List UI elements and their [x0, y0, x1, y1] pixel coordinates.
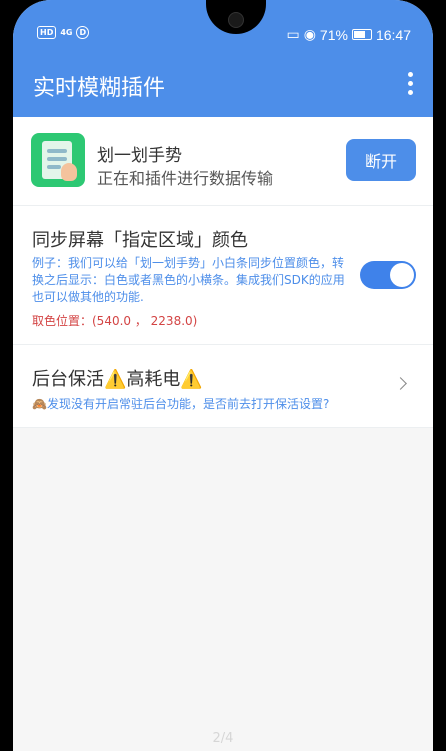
sync-color-toggle[interactable]	[360, 261, 416, 289]
sync-color-title: 同步屏幕「指定区域」颜色	[32, 230, 248, 251]
background-keep-title: 后台保活⚠️高耗电⚠️	[32, 369, 203, 390]
toggle-knob	[390, 263, 414, 287]
background-keep-row[interactable]: 后台保活⚠️高耗电⚠️ 🙈发现没有开启常驻后台功能，是否前去打开保活设置?	[13, 345, 433, 428]
plugin-card: 划一划手势 正在和插件进行数据传输 断开	[13, 117, 433, 206]
more-vert-icon[interactable]	[407, 72, 413, 95]
status-left: HD 4G D	[37, 26, 90, 39]
hd-icon: HD	[37, 26, 57, 39]
clock: 16:47	[375, 26, 411, 43]
app-bar: HD 4G D ▭ ◉ 71% 16:47 实时模糊插件	[13, 0, 433, 117]
signal-icon: 4G	[60, 28, 73, 37]
cast-icon: ▭	[286, 26, 300, 42]
plugin-name: 划一划手势	[97, 146, 182, 166]
camera-notch	[206, 0, 266, 34]
page-indicator: 2/4	[212, 731, 234, 746]
eye-icon: ◉	[303, 26, 316, 42]
sync-color-card: 同步屏幕「指定区域」颜色 例子：我们可以给「划一划手势」小白条同步位置颜色，转换…	[13, 206, 433, 345]
plugin-status: 正在和插件进行数据传输	[97, 169, 274, 188]
phone-screen: HD 4G D ▭ ◉ 71% 16:47 实时模糊插件 划一划手势 正在和插件…	[13, 0, 433, 751]
color-pick-coordinates: 取色位置：(540.0 ， 2238.0)	[32, 314, 198, 328]
sync-color-description: 例子：我们可以给「划一划手势」小白条同步位置颜色，转换之后显示：白色或者黑色的小…	[32, 256, 345, 304]
chevron-right-icon	[394, 377, 407, 390]
battery-icon	[351, 29, 372, 40]
battery-percent: 71%	[319, 26, 348, 43]
status-right: ▭ ◉ 71% 16:47	[286, 26, 411, 43]
disconnect-button[interactable]: 断开	[346, 139, 416, 181]
camera-icon	[228, 12, 244, 28]
app-title: 实时模糊插件	[33, 76, 166, 101]
swipe-gesture-app-icon	[31, 133, 85, 187]
background-keep-description: 🙈发现没有开启常驻后台功能，是否前去打开保活设置?	[32, 397, 330, 411]
d-badge-icon: D	[76, 26, 90, 39]
